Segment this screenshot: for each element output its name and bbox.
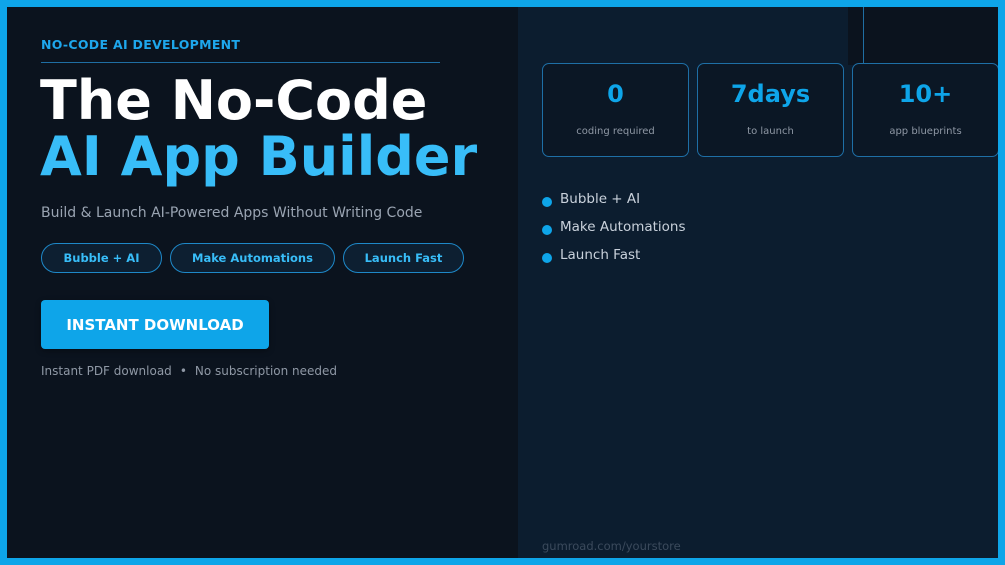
bullet-dot-icon <box>542 197 552 207</box>
store-url[interactable]: gumroad.com/yourstore <box>542 539 681 553</box>
bullet-dot-icon <box>542 253 552 263</box>
feature-item: Launch Fast <box>542 241 686 269</box>
tag-pill-make-automations[interactable]: Make Automations <box>170 243 335 273</box>
stat-card-coding: 0 coding required <box>542 63 689 157</box>
feature-label: Launch Fast <box>560 247 641 263</box>
stat-value: 7days <box>730 80 811 108</box>
download-note: Instant PDF download • No subscription nee… <box>41 364 337 378</box>
corner-tab <box>848 7 998 65</box>
tag-pill-bubble-ai[interactable]: Bubble + AI <box>41 243 162 273</box>
stats-panel: 0 coding required 7days to launch 10+ ap… <box>518 7 998 558</box>
stat-value: 10+ <box>898 80 953 108</box>
feature-label: Make Automations <box>560 219 686 235</box>
page-title-line-2: AI App Builder <box>40 125 478 188</box>
feature-item: Make Automations <box>542 213 686 241</box>
instant-download-button[interactable]: INSTANT DOWNLOAD <box>41 300 269 349</box>
hero-panel: NO-CODE AI DEVELOPMENT The No-Code AI Ap… <box>7 7 518 558</box>
feature-item: Bubble + AI <box>542 185 686 213</box>
note-separator: • <box>179 364 187 378</box>
eyebrow-divider <box>41 62 440 63</box>
tag-pill-launch-fast[interactable]: Launch Fast <box>343 243 464 273</box>
stat-label: app blueprints <box>889 126 962 137</box>
bullet-dot-icon <box>542 225 552 235</box>
note-subscription: No subscription needed <box>194 364 338 378</box>
page-subtitle: Build & Launch AI-Powered Apps Without W… <box>41 205 423 221</box>
corner-tab-divider <box>863 7 864 65</box>
stat-card-launch: 7days to launch <box>697 63 844 157</box>
stat-label: coding required <box>576 126 655 137</box>
stat-value: 0 <box>607 80 624 108</box>
promo-card: NO-CODE AI DEVELOPMENT The No-Code AI Ap… <box>7 7 998 558</box>
eyebrow-label: NO-CODE AI DEVELOPMENT <box>41 37 241 52</box>
note-pdf: Instant PDF download <box>41 364 172 378</box>
stat-card-blueprints: 10+ app blueprints <box>852 63 998 157</box>
page-title-line-1: The No-Code <box>40 69 428 132</box>
stat-label: to launch <box>747 126 794 137</box>
feature-label: Bubble + AI <box>560 191 641 207</box>
feature-list: Bubble + AI Make Automations Launch Fast <box>542 185 686 269</box>
